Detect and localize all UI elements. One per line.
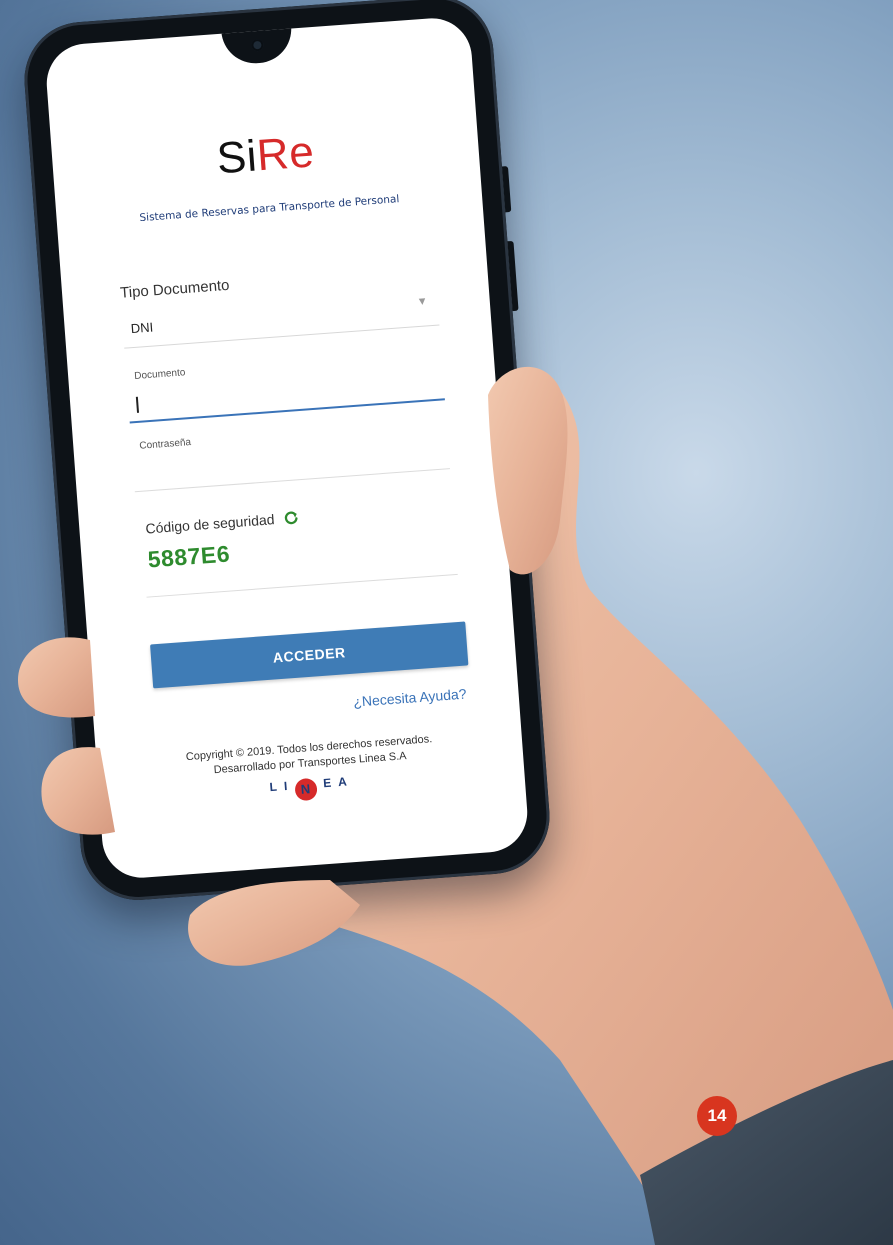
logo-prefix: Si	[215, 131, 259, 184]
app-tagline: Sistema de Reservas para Transporte de P…	[139, 193, 400, 225]
brand-logo-start: LI	[269, 778, 295, 795]
documento-underline	[129, 398, 445, 424]
text-cursor	[135, 396, 139, 413]
refresh-icon[interactable]	[284, 510, 299, 525]
captcha-label-text: Código de seguridad	[144, 511, 275, 537]
page-number-badge: 14	[697, 1096, 737, 1136]
phone-device: SiRe Sistema de Reservas para Transporte…	[20, 0, 554, 905]
help-link[interactable]: ¿Necesita Ayuda?	[353, 686, 467, 710]
contrasena-label: Contraseña	[139, 437, 192, 452]
login-screen: SiRe Sistema de Reservas para Transporte…	[44, 16, 530, 881]
acceder-button[interactable]: ACCEDER	[150, 621, 469, 689]
contrasena-field[interactable]: Contraseña	[131, 418, 450, 493]
documento-label: Documento	[133, 367, 186, 382]
contrasena-underline	[134, 468, 450, 493]
volume-button	[501, 166, 512, 213]
logo-suffix: Re	[255, 127, 316, 181]
chevron-down-icon: ▼	[416, 295, 429, 309]
captcha-code: 5887E6	[146, 540, 231, 573]
app-logo: SiRe	[51, 115, 480, 196]
tipo-documento-value: DNI	[130, 319, 154, 337]
power-button	[507, 240, 519, 312]
tipo-documento-label: Tipo Documento	[119, 276, 231, 302]
captcha-input[interactable]	[146, 573, 458, 598]
brand-logo-end: EA	[322, 774, 355, 791]
phone-screen: SiRe Sistema de Reservas para Transporte…	[43, 15, 531, 881]
captcha-label: Código de seguridad	[144, 509, 299, 537]
documento-field[interactable]: Documento	[126, 348, 445, 424]
brand-logo-mark: N	[293, 777, 318, 802]
